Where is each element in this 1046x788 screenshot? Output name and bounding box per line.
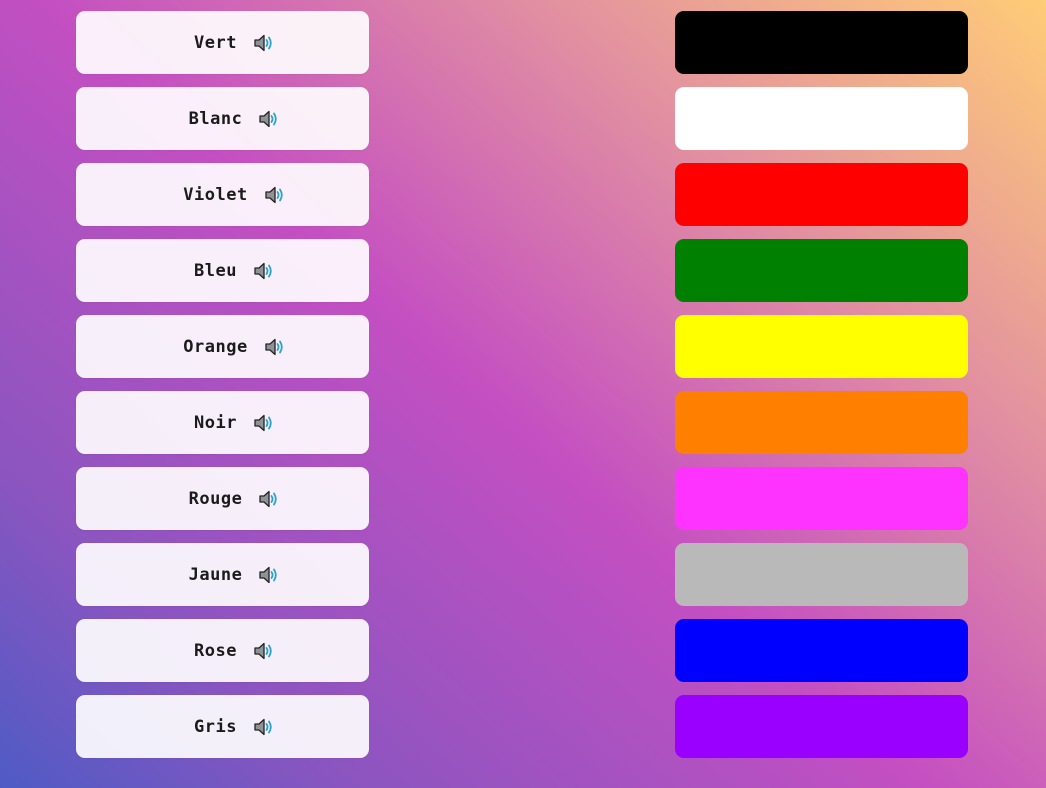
word-card-1[interactable]: Blanc [76, 87, 369, 150]
word-label: Gris [194, 716, 237, 737]
word-column: Vert Blanc Violet Bleu Orange Noir Rouge… [76, 11, 369, 758]
speaker-icon[interactable] [258, 564, 280, 586]
word-label: Noir [194, 412, 237, 433]
color-swatch-1[interactable] [675, 87, 968, 150]
color-swatch-2[interactable] [675, 163, 968, 226]
speaker-icon[interactable] [264, 336, 286, 358]
speaker-icon[interactable] [258, 108, 280, 130]
word-label: Orange [183, 336, 248, 357]
word-card-7[interactable]: Jaune [76, 543, 369, 606]
color-swatch-9[interactable] [675, 695, 968, 758]
word-card-0[interactable]: Vert [76, 11, 369, 74]
color-swatch-7[interactable] [675, 543, 968, 606]
color-swatch-6[interactable] [675, 467, 968, 530]
word-label: Jaune [188, 564, 243, 585]
word-label: Violet [183, 184, 248, 205]
word-label: Bleu [194, 260, 237, 281]
speaker-icon[interactable] [253, 260, 275, 282]
color-swatch-4[interactable] [675, 315, 968, 378]
word-card-2[interactable]: Violet [76, 163, 369, 226]
word-label: Rouge [188, 488, 243, 509]
word-label: Blanc [188, 108, 243, 129]
word-label: Rose [194, 640, 237, 661]
speaker-icon[interactable] [253, 640, 275, 662]
speaker-icon[interactable] [258, 488, 280, 510]
swatch-column [675, 11, 968, 758]
word-card-5[interactable]: Noir [76, 391, 369, 454]
color-swatch-5[interactable] [675, 391, 968, 454]
speaker-icon[interactable] [253, 716, 275, 738]
word-card-4[interactable]: Orange [76, 315, 369, 378]
word-card-9[interactable]: Gris [76, 695, 369, 758]
color-swatch-0[interactable] [675, 11, 968, 74]
word-card-3[interactable]: Bleu [76, 239, 369, 302]
word-card-8[interactable]: Rose [76, 619, 369, 682]
word-label: Vert [194, 32, 237, 53]
speaker-icon[interactable] [253, 412, 275, 434]
speaker-icon[interactable] [253, 32, 275, 54]
speaker-icon[interactable] [264, 184, 286, 206]
color-swatch-3[interactable] [675, 239, 968, 302]
word-card-6[interactable]: Rouge [76, 467, 369, 530]
color-swatch-8[interactable] [675, 619, 968, 682]
